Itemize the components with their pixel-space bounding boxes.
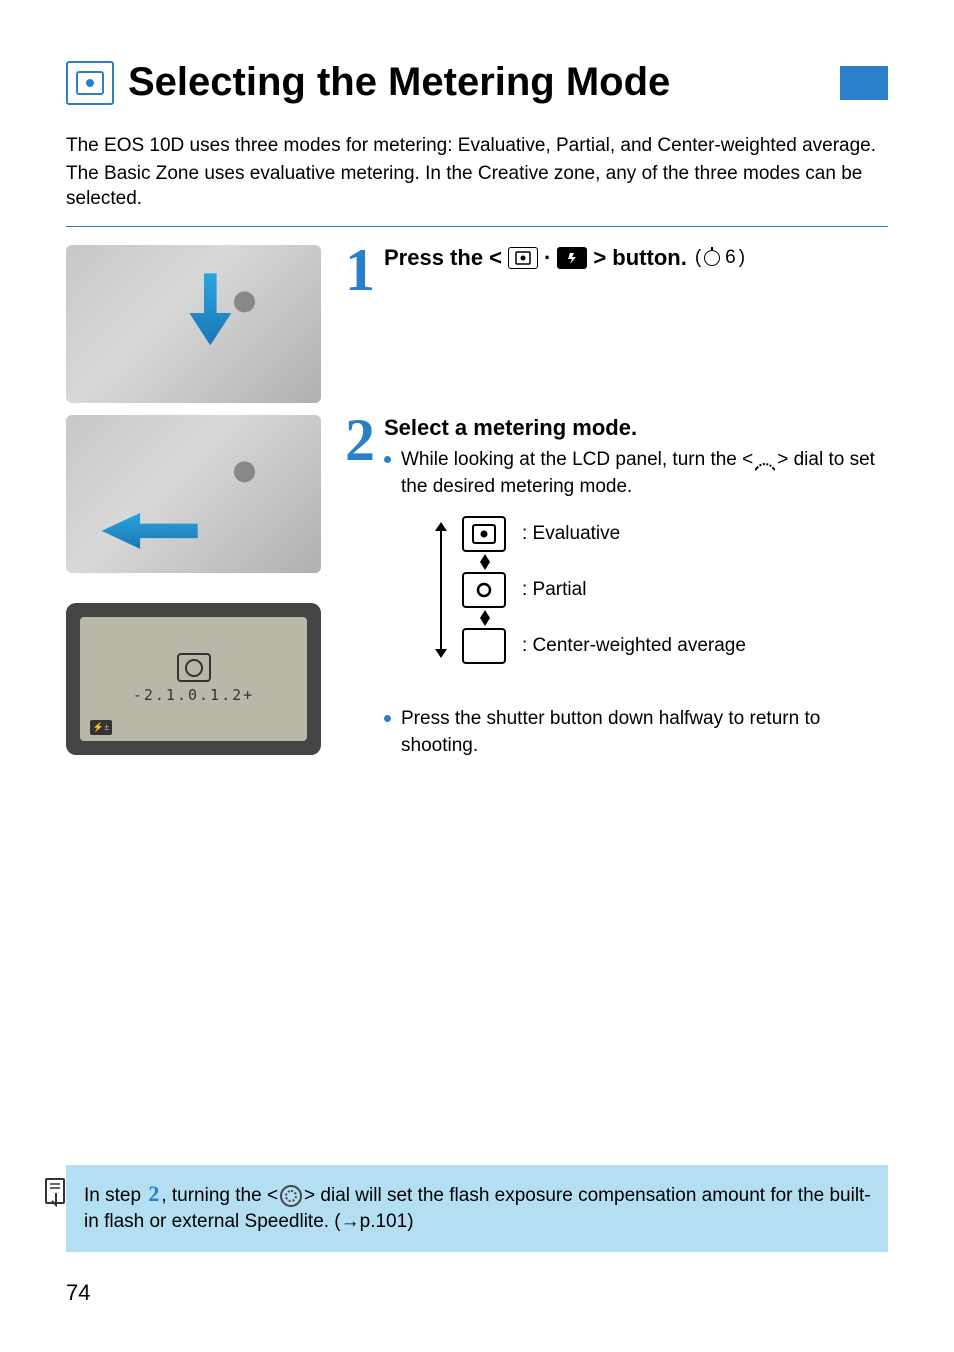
lcd-partial-icon — [177, 653, 211, 682]
note-icon — [42, 1177, 70, 1207]
mode-evaluative-row: : Evaluative — [462, 514, 746, 554]
center-weighted-icon — [462, 628, 506, 664]
page-title: Selecting the Metering Mode — [128, 60, 826, 105]
title-accent-bar — [840, 66, 888, 100]
quick-control-dial-icon — [280, 1185, 302, 1207]
mode-toggle-arrows — [480, 610, 490, 626]
step-1: 1 Press the < · > button. (6) — [66, 245, 888, 403]
step-1-timer-note: (6) — [695, 247, 745, 269]
camera-dial-illustration — [66, 415, 321, 573]
camera-press-illustration — [66, 245, 321, 403]
lcd-exposure-scale: -2.1.0.1.2+ — [133, 686, 254, 704]
lcd-flash-comp-icon: ⚡± — [90, 720, 112, 735]
step-2-bullet-2: Press the shutter button down halfway to… — [384, 706, 888, 759]
metering-button-icon — [508, 247, 538, 269]
evaluative-icon — [462, 516, 506, 552]
page-number: 74 — [66, 1280, 90, 1306]
step-1-title: Press the < · > button. (6) — [384, 245, 888, 271]
intro-block: The EOS 10D uses three modes for meterin… — [66, 133, 888, 212]
bullet-icon — [384, 456, 391, 463]
main-dial-icon — [755, 453, 775, 467]
metering-modes-diagram: : Evaluative : Partial : Center- — [442, 514, 888, 666]
note-step-ref: 2 — [148, 1181, 159, 1206]
partial-icon — [462, 572, 506, 608]
evaluative-label: : Evaluative — [522, 523, 620, 545]
bullet-icon — [384, 715, 391, 722]
timer-icon — [704, 250, 720, 266]
intro-line-2: The Basic Zone uses evaluative metering.… — [66, 161, 888, 212]
lcd-panel-illustration: ⚡± -2.1.0.1.2+ — [66, 603, 321, 755]
note-text: In step 2, turning the <> dial will set … — [84, 1179, 872, 1236]
page-title-bar: Selecting the Metering Mode — [66, 60, 888, 105]
step-2-title: Select a metering mode. — [384, 415, 888, 441]
step-2: ⚡± -2.1.0.1.2+ 2 Select a metering mode.… — [66, 415, 888, 785]
step-1-number: 1 — [336, 243, 384, 297]
mode-center-row: : Center-weighted average — [462, 626, 746, 666]
intro-line-1: The EOS 10D uses three modes for meterin… — [66, 133, 888, 159]
mode-partial-row: : Partial — [462, 570, 746, 610]
partial-label: : Partial — [522, 579, 586, 601]
step-1-title-suffix: > button. — [593, 245, 686, 271]
tip-note-box: In step 2, turning the <> dial will set … — [66, 1165, 888, 1252]
center-weighted-label: : Center-weighted average — [522, 635, 746, 657]
mode-toggle-arrows — [480, 554, 490, 570]
step-2-bullet-1: While looking at the LCD panel, turn the… — [384, 447, 888, 500]
flash-comp-icon — [557, 247, 587, 269]
metering-title-icon — [66, 61, 114, 105]
step-1-title-prefix: Press the < — [384, 245, 502, 271]
step-2-number: 2 — [336, 413, 384, 467]
section-separator — [66, 226, 888, 227]
